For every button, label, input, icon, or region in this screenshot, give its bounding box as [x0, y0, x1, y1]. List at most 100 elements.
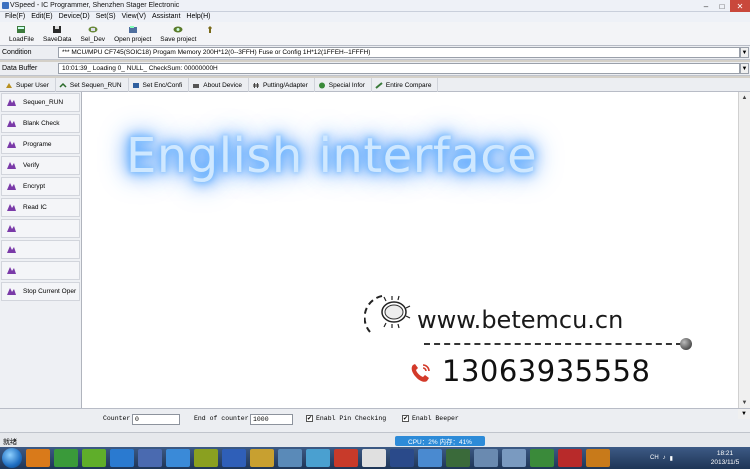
taskbar-app-icon[interactable]	[446, 449, 470, 467]
taskbar-app-icon[interactable]	[138, 449, 162, 467]
scroll-down-arrow-icon[interactable]: ▼	[738, 409, 750, 419]
taskbar-app-icon[interactable]	[110, 449, 134, 467]
system-clock[interactable]: 18:21 2013/11/5	[702, 449, 748, 467]
minimize-button[interactable]: –	[698, 0, 714, 12]
menu-edit[interactable]: Edit(E)	[28, 12, 55, 22]
tab-set-sequen-run[interactable]: Set Sequen_RUN	[56, 78, 129, 92]
chip-icon	[88, 25, 98, 34]
verify-button[interactable]: Verify	[1, 156, 80, 175]
tab-super-user[interactable]: Super User	[2, 78, 56, 92]
input-language[interactable]: CH	[650, 455, 659, 461]
start-button[interactable]	[2, 448, 22, 468]
sequen-run-button[interactable]: Sequen_RUN	[1, 93, 80, 112]
beeper-checkbox[interactable]: ✔	[402, 415, 409, 422]
tab-about-device[interactable]: About Device	[189, 78, 249, 92]
tab-entire-compare[interactable]: Entire Compare	[372, 78, 439, 92]
window-controls: – □ ✕	[698, 0, 750, 12]
chevron-down-icon: ▼	[741, 65, 748, 72]
scroll-down-arrow-icon[interactable]: ▼	[739, 397, 750, 408]
condition-dropdown-button[interactable]: ▼	[740, 47, 749, 58]
sidebar-label: Sequen_RUN	[23, 99, 64, 106]
vertical-scrollbar[interactable]: ▲ ▼	[738, 92, 750, 408]
encrypt-button[interactable]: Encrypt	[1, 177, 80, 196]
action-icon	[6, 245, 17, 254]
status-text: 就绪	[3, 439, 17, 446]
help-button[interactable]	[202, 22, 218, 46]
menu-help[interactable]: Help(H)	[183, 12, 213, 22]
taskbar-app-icon[interactable]	[362, 449, 386, 467]
encrypt-icon	[6, 182, 17, 191]
config-icon	[132, 82, 140, 89]
open-project-icon	[128, 25, 138, 34]
taskbar-app-icon[interactable]	[166, 449, 190, 467]
tab-label: Set Enc/Confi	[142, 81, 183, 89]
taskbar-app-icon[interactable]	[26, 449, 50, 467]
counter-input[interactable]: 0	[132, 414, 180, 425]
sidebar: Sequen_RUN Blank Check Programe Verify E…	[0, 92, 82, 408]
pin-checking-checkbox[interactable]: ✔	[306, 415, 313, 422]
taskbar-app-icon[interactable]	[222, 449, 246, 467]
blank-check-button[interactable]: Blank Check	[1, 114, 80, 133]
tab-label: Super User	[16, 81, 49, 89]
taskbar: CH ♪ ▮ 18:21 2013/11/5	[0, 447, 750, 469]
taskbar-app-icon[interactable]	[334, 449, 358, 467]
headline-overlay: English interface	[126, 128, 538, 184]
programe-button[interactable]: Programe	[1, 135, 80, 154]
select-device-button[interactable]: Sel_Dev	[77, 22, 108, 46]
maximize-button[interactable]: □	[714, 0, 730, 12]
taskbar-app-icon[interactable]	[418, 449, 442, 467]
network-icon[interactable]: ▮	[670, 455, 673, 462]
taskbar-app-icon[interactable]	[54, 449, 78, 467]
menu-file[interactable]: File(F)	[2, 12, 28, 22]
taskbar-app-icon[interactable]	[474, 449, 498, 467]
open-project-button[interactable]: Open project	[111, 22, 154, 46]
stop-current-oper-button[interactable]: Stop Current Oper	[1, 282, 80, 301]
taskbar-app-icon[interactable]	[390, 449, 414, 467]
menu-device[interactable]: Device(D)	[56, 12, 93, 22]
data-buffer-field[interactable]: 10:01:39_ Loading 0_ NULL_ CheckSum: 000…	[58, 63, 740, 74]
watermark-url: www.betemcu.cn	[417, 306, 624, 334]
taskbar-app-icon[interactable]	[530, 449, 554, 467]
load-file-button[interactable]: LoadFile	[6, 22, 37, 46]
volume-icon[interactable]: ♪	[663, 455, 666, 461]
taskbar-app-icon[interactable]	[194, 449, 218, 467]
compare-icon	[375, 81, 383, 89]
help-icon	[205, 25, 215, 34]
sidebar-empty-button-2[interactable]	[1, 240, 80, 259]
tab-set-enc-confi[interactable]: Set Enc/Confi	[129, 78, 190, 92]
menu-assistant[interactable]: Assistant	[149, 12, 183, 22]
taskbar-app-icon[interactable]	[502, 449, 526, 467]
taskbar-app-icon[interactable]	[306, 449, 330, 467]
sidebar-empty-button-1[interactable]	[1, 219, 80, 238]
counter-label: Counter	[103, 415, 131, 422]
title-bar: VSpeed - IC Programmer, Shenzhen Stager …	[0, 0, 750, 12]
tab-special-infor[interactable]: Special Infor	[315, 78, 372, 92]
save-data-button[interactable]: SaveData	[40, 22, 75, 46]
tab-putting-adapter[interactable]: Putting/Adapter	[249, 78, 315, 92]
menu-set[interactable]: Set(S)	[93, 12, 119, 22]
save-data-label: SaveData	[42, 36, 72, 43]
menu-view[interactable]: View(V)	[119, 12, 149, 22]
taskbar-app-icon[interactable]	[558, 449, 582, 467]
taskbar-app-icon[interactable]	[250, 449, 274, 467]
scroll-up-arrow-icon[interactable]: ▲	[739, 92, 750, 103]
tab-label: Entire Compare	[385, 81, 432, 89]
status-bar: 就绪 CPU：2% 内存：41%	[0, 432, 750, 447]
clock-date: 2013/11/5	[710, 459, 740, 466]
close-button[interactable]: ✕	[730, 0, 750, 12]
data-buffer-dropdown-button[interactable]: ▼	[740, 63, 749, 74]
taskbar-app-icon[interactable]	[82, 449, 106, 467]
read-ic-button[interactable]: Read IC	[1, 198, 80, 217]
sidebar-empty-button-3[interactable]	[1, 261, 80, 280]
watermark-phone: 13063935558	[442, 354, 651, 388]
condition-field[interactable]: *** MCU/MPU CF745(SOIC18) Progam Memory …	[58, 47, 740, 58]
select-device-label: Sel_Dev	[80, 36, 106, 43]
tab-label: Putting/Adapter	[262, 81, 308, 89]
taskbar-app-icon[interactable]	[278, 449, 302, 467]
save-project-label: Save project	[160, 36, 197, 43]
load-file-icon	[16, 25, 26, 34]
end-of-counter-input[interactable]: 1000	[250, 414, 293, 425]
data-buffer-label: Data Buffer	[2, 65, 38, 72]
taskbar-app-icon[interactable]	[586, 449, 610, 467]
save-project-button[interactable]: Save project	[157, 22, 199, 46]
